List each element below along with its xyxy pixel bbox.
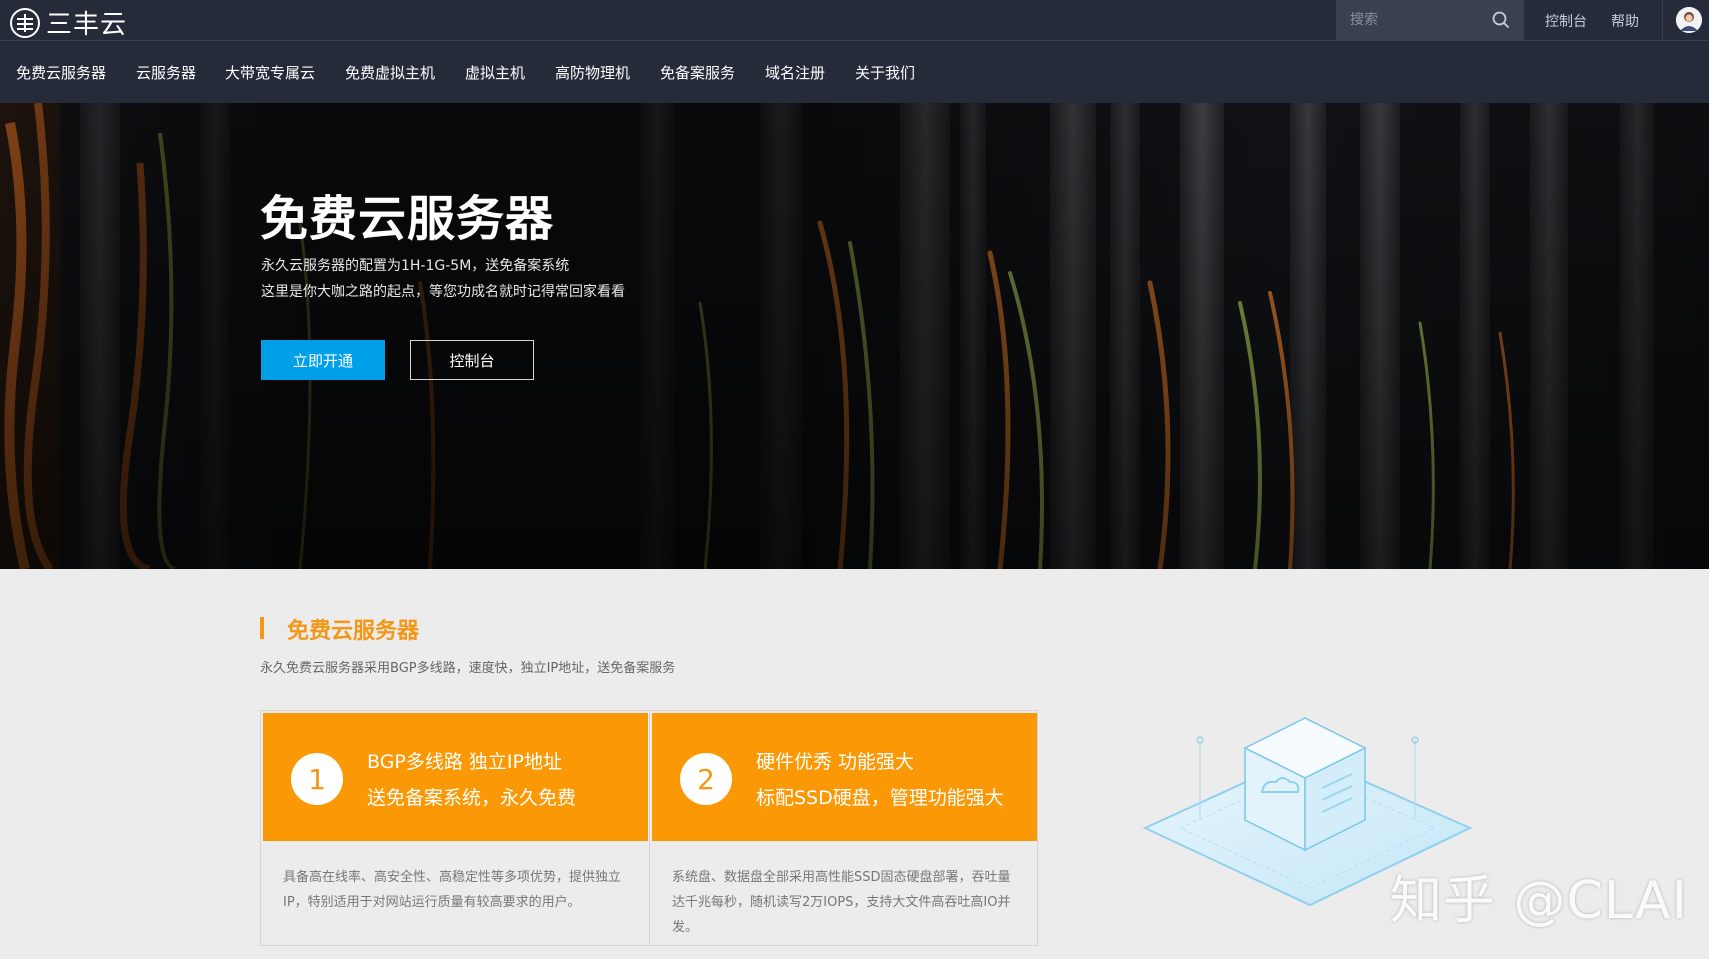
section-accent-bar [260,617,264,639]
logo-text: 三丰云 [46,10,128,40]
hero-banner: 免费云服务器 永久云服务器的配置为1H-1G-5M，送免备案系统 这里是你大咖之… [0,103,1709,569]
hero-console-button[interactable]: 控制台 [410,340,534,380]
nav-item-about[interactable]: 关于我们 [855,62,915,83]
hero-title: 免费云服务器 [260,191,555,247]
nav-item-free-cloud-server[interactable]: 免费云服务器 [16,62,106,83]
logo[interactable]: 三丰云 [10,4,127,41]
nav-item-ddos-physical[interactable]: 高防物理机 [555,62,630,83]
feature-number-badge: 1 [291,753,343,805]
card-divider [649,711,650,945]
nav-item-bandwidth-cloud[interactable]: 大带宽专属云 [225,62,315,83]
nav-item-domain[interactable]: 域名注册 [765,62,825,83]
feature-card-1: 1 BGP多线路 独立IP地址 送免备案系统，永久免费 具备高在线率、高安全性、… [263,713,648,945]
feature-card-header: 2 硬件优秀 功能强大 标配SSD硬盘，管理功能强大 [652,713,1037,841]
feature-headline-2: 送免备案系统，永久免费 [367,787,577,809]
console-link[interactable]: 控制台 [1545,11,1587,31]
watermark-text: 知乎 @CLAI [1390,871,1688,931]
feature-cards: 1 BGP多线路 独立IP地址 送免备案系统，永久免费 具备高在线率、高安全性、… [260,710,1038,946]
avatar-area [1662,0,1709,41]
feature-card-2: 2 硬件优秀 功能强大 标配SSD硬盘，管理功能强大 系统盘、数据盘全部采用高性… [652,713,1037,945]
feature-headline-2: 标配SSD硬盘，管理功能强大 [756,787,1004,809]
search-box [1336,0,1524,41]
feature-headline-1: BGP多线路 独立IP地址 [367,751,562,773]
nav-item-free-virtual-host[interactable]: 免费虚拟主机 [345,62,435,83]
feature-number-badge: 2 [680,753,732,805]
nav-item-cloud-server[interactable]: 云服务器 [136,62,196,83]
section-description: 永久免费云服务器采用BGP多线路，速度快，独立IP地址，送免备案服务 [260,661,676,676]
search-icon[interactable] [1492,11,1510,29]
nav-item-virtual-host[interactable]: 虚拟主机 [465,62,525,83]
feature-description: 具备高在线率、高安全性、高稳定性等多项优势，提供独立IP，特别适用于对网站运行质… [283,870,622,910]
search-input[interactable] [1350,10,1490,30]
activate-now-button[interactable]: 立即开通 [261,340,385,380]
help-link[interactable]: 帮助 [1611,11,1639,31]
hero-subtitle-line-2: 这里是你大咖之路的起点，等您功成名就时记得常回家看看 [261,284,625,300]
hero-subtitle-line-1: 永久云服务器的配置为1H-1G-5M，送免备案系统 [261,258,570,274]
main-nav: 免费云服务器 云服务器 大带宽专属云 免费虚拟主机 虚拟主机 高防物理机 免备案… [0,41,1709,103]
nav-item-no-filing[interactable]: 免备案服务 [660,62,735,83]
feature-description: 系统盘、数据盘全部采用高性能SSD固态硬盘部署，吞吐量达千兆每秒，随机读写2万I… [672,870,1011,935]
feature-card-header: 1 BGP多线路 独立IP地址 送免备案系统，永久免费 [263,713,648,841]
feature-headline-1: 硬件优秀 功能强大 [756,751,915,773]
hero-overlay [0,103,1709,569]
section-title: 免费云服务器 [287,619,420,644]
user-avatar-icon[interactable] [1676,7,1702,33]
logo-icon [10,7,40,38]
top-bar: 三丰云 控制台 帮助 [0,0,1709,41]
